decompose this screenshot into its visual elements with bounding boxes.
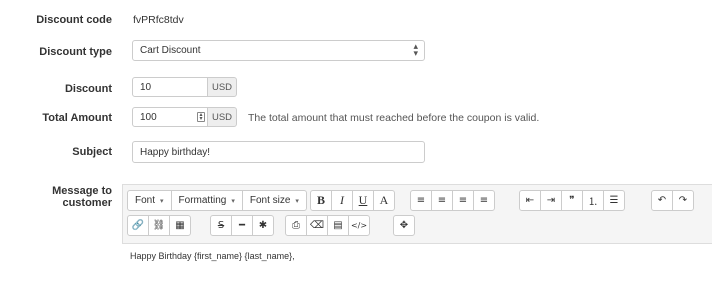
unlink-icon[interactable]: ⛓ [148, 215, 170, 236]
subject-value: Happy birthday! [140, 146, 211, 158]
font-dropdown[interactable]: Font ▾ [127, 190, 172, 211]
horizontal-rule-icon[interactable]: ━ [231, 215, 253, 236]
discount-type-value: Cart Discount [140, 45, 201, 56]
fullscreen-group: ✥ [393, 215, 415, 236]
print-icon[interactable]: ⎙ [285, 215, 307, 236]
discount-label: Discount [64, 83, 112, 95]
discount-code-value: fvPRfc8tdv [133, 14, 184, 26]
editor-content-text: Happy Birthday {first_name} {last_name}, [130, 251, 295, 261]
strikethrough-icon[interactable]: S [210, 215, 232, 236]
align-center-icon[interactable]: ≡ [431, 190, 453, 211]
outdent-icon[interactable]: ⇤ [519, 190, 541, 211]
justify-icon[interactable]: ≡ [473, 190, 495, 211]
ordered-list-icon[interactable]: ⒈ [582, 190, 604, 211]
blockquote-icon[interactable]: ❞ [561, 190, 583, 211]
total-amount-currency-addon: USD [207, 107, 237, 127]
unordered-list-icon[interactable]: ☰ [603, 190, 625, 211]
history-group: ↶ ↷ [651, 190, 694, 211]
table-icon[interactable]: ▦ [169, 215, 191, 236]
list-group: ⇤ ⇥ ❞ ⒈ ☰ [519, 190, 625, 211]
total-amount-input[interactable]: 100 ▴ ▾ [132, 107, 208, 127]
total-amount-value: 100 [140, 111, 157, 123]
special-char-icon[interactable]: ✱ [252, 215, 274, 236]
discount-value: 10 [140, 81, 152, 93]
italic-button[interactable]: I [331, 190, 353, 211]
paste-icon[interactable]: ▤ [327, 215, 349, 236]
discount-code-label: Discount code [36, 14, 112, 26]
align-right-icon[interactable]: ≡ [452, 190, 474, 211]
subject-input[interactable]: Happy birthday! [132, 141, 425, 163]
message-label: Message to customer [52, 185, 112, 209]
bold-button[interactable]: B [310, 190, 332, 211]
fullscreen-icon[interactable]: ✥ [393, 215, 415, 236]
font-dropdown-group: Font ▾ Formatting ▾ Font size ▾ [127, 190, 307, 211]
discount-type-select[interactable]: Cart Discount ▴ ▾ [132, 40, 425, 61]
subject-label: Subject [72, 146, 112, 158]
number-spinner-icon[interactable]: ▴ ▾ [197, 112, 205, 122]
tools-group: ⎙ ⌫ ▤ </> [285, 215, 370, 236]
font-size-dropdown[interactable]: Font size ▾ [241, 190, 307, 211]
underline-button[interactable]: U [352, 190, 374, 211]
insert-group: 🔗 ⛓ ▦ [127, 215, 191, 236]
text-style-group: B I U A [310, 190, 395, 211]
misc-group: S ━ ✱ [210, 215, 274, 236]
redo-icon[interactable]: ↷ [672, 190, 694, 211]
formatting-dropdown[interactable]: Formatting ▾ [170, 190, 243, 211]
code-icon[interactable]: </> [348, 215, 370, 236]
total-amount-help-text: The total amount that must reached befor… [248, 112, 540, 124]
total-amount-label: Total Amount [42, 112, 112, 124]
link-icon[interactable]: 🔗 [127, 215, 149, 236]
eraser-icon[interactable]: ⌫ [306, 215, 328, 236]
discount-currency-addon: USD [207, 77, 237, 97]
align-group: ≡ ≡ ≡ ≡ [410, 190, 495, 211]
indent-icon[interactable]: ⇥ [540, 190, 562, 211]
discount-type-label: Discount type [39, 46, 112, 58]
align-left-icon[interactable]: ≡ [410, 190, 432, 211]
undo-icon[interactable]: ↶ [651, 190, 673, 211]
chevron-down-icon: ▾ [231, 197, 235, 205]
select-arrows-icon: ▴ ▾ [413, 41, 418, 58]
discount-input[interactable]: 10 [132, 77, 208, 97]
chevron-down-icon: ▾ [160, 197, 164, 205]
font-color-button[interactable]: A [373, 190, 395, 211]
chevron-down-icon: ▾ [295, 197, 299, 205]
